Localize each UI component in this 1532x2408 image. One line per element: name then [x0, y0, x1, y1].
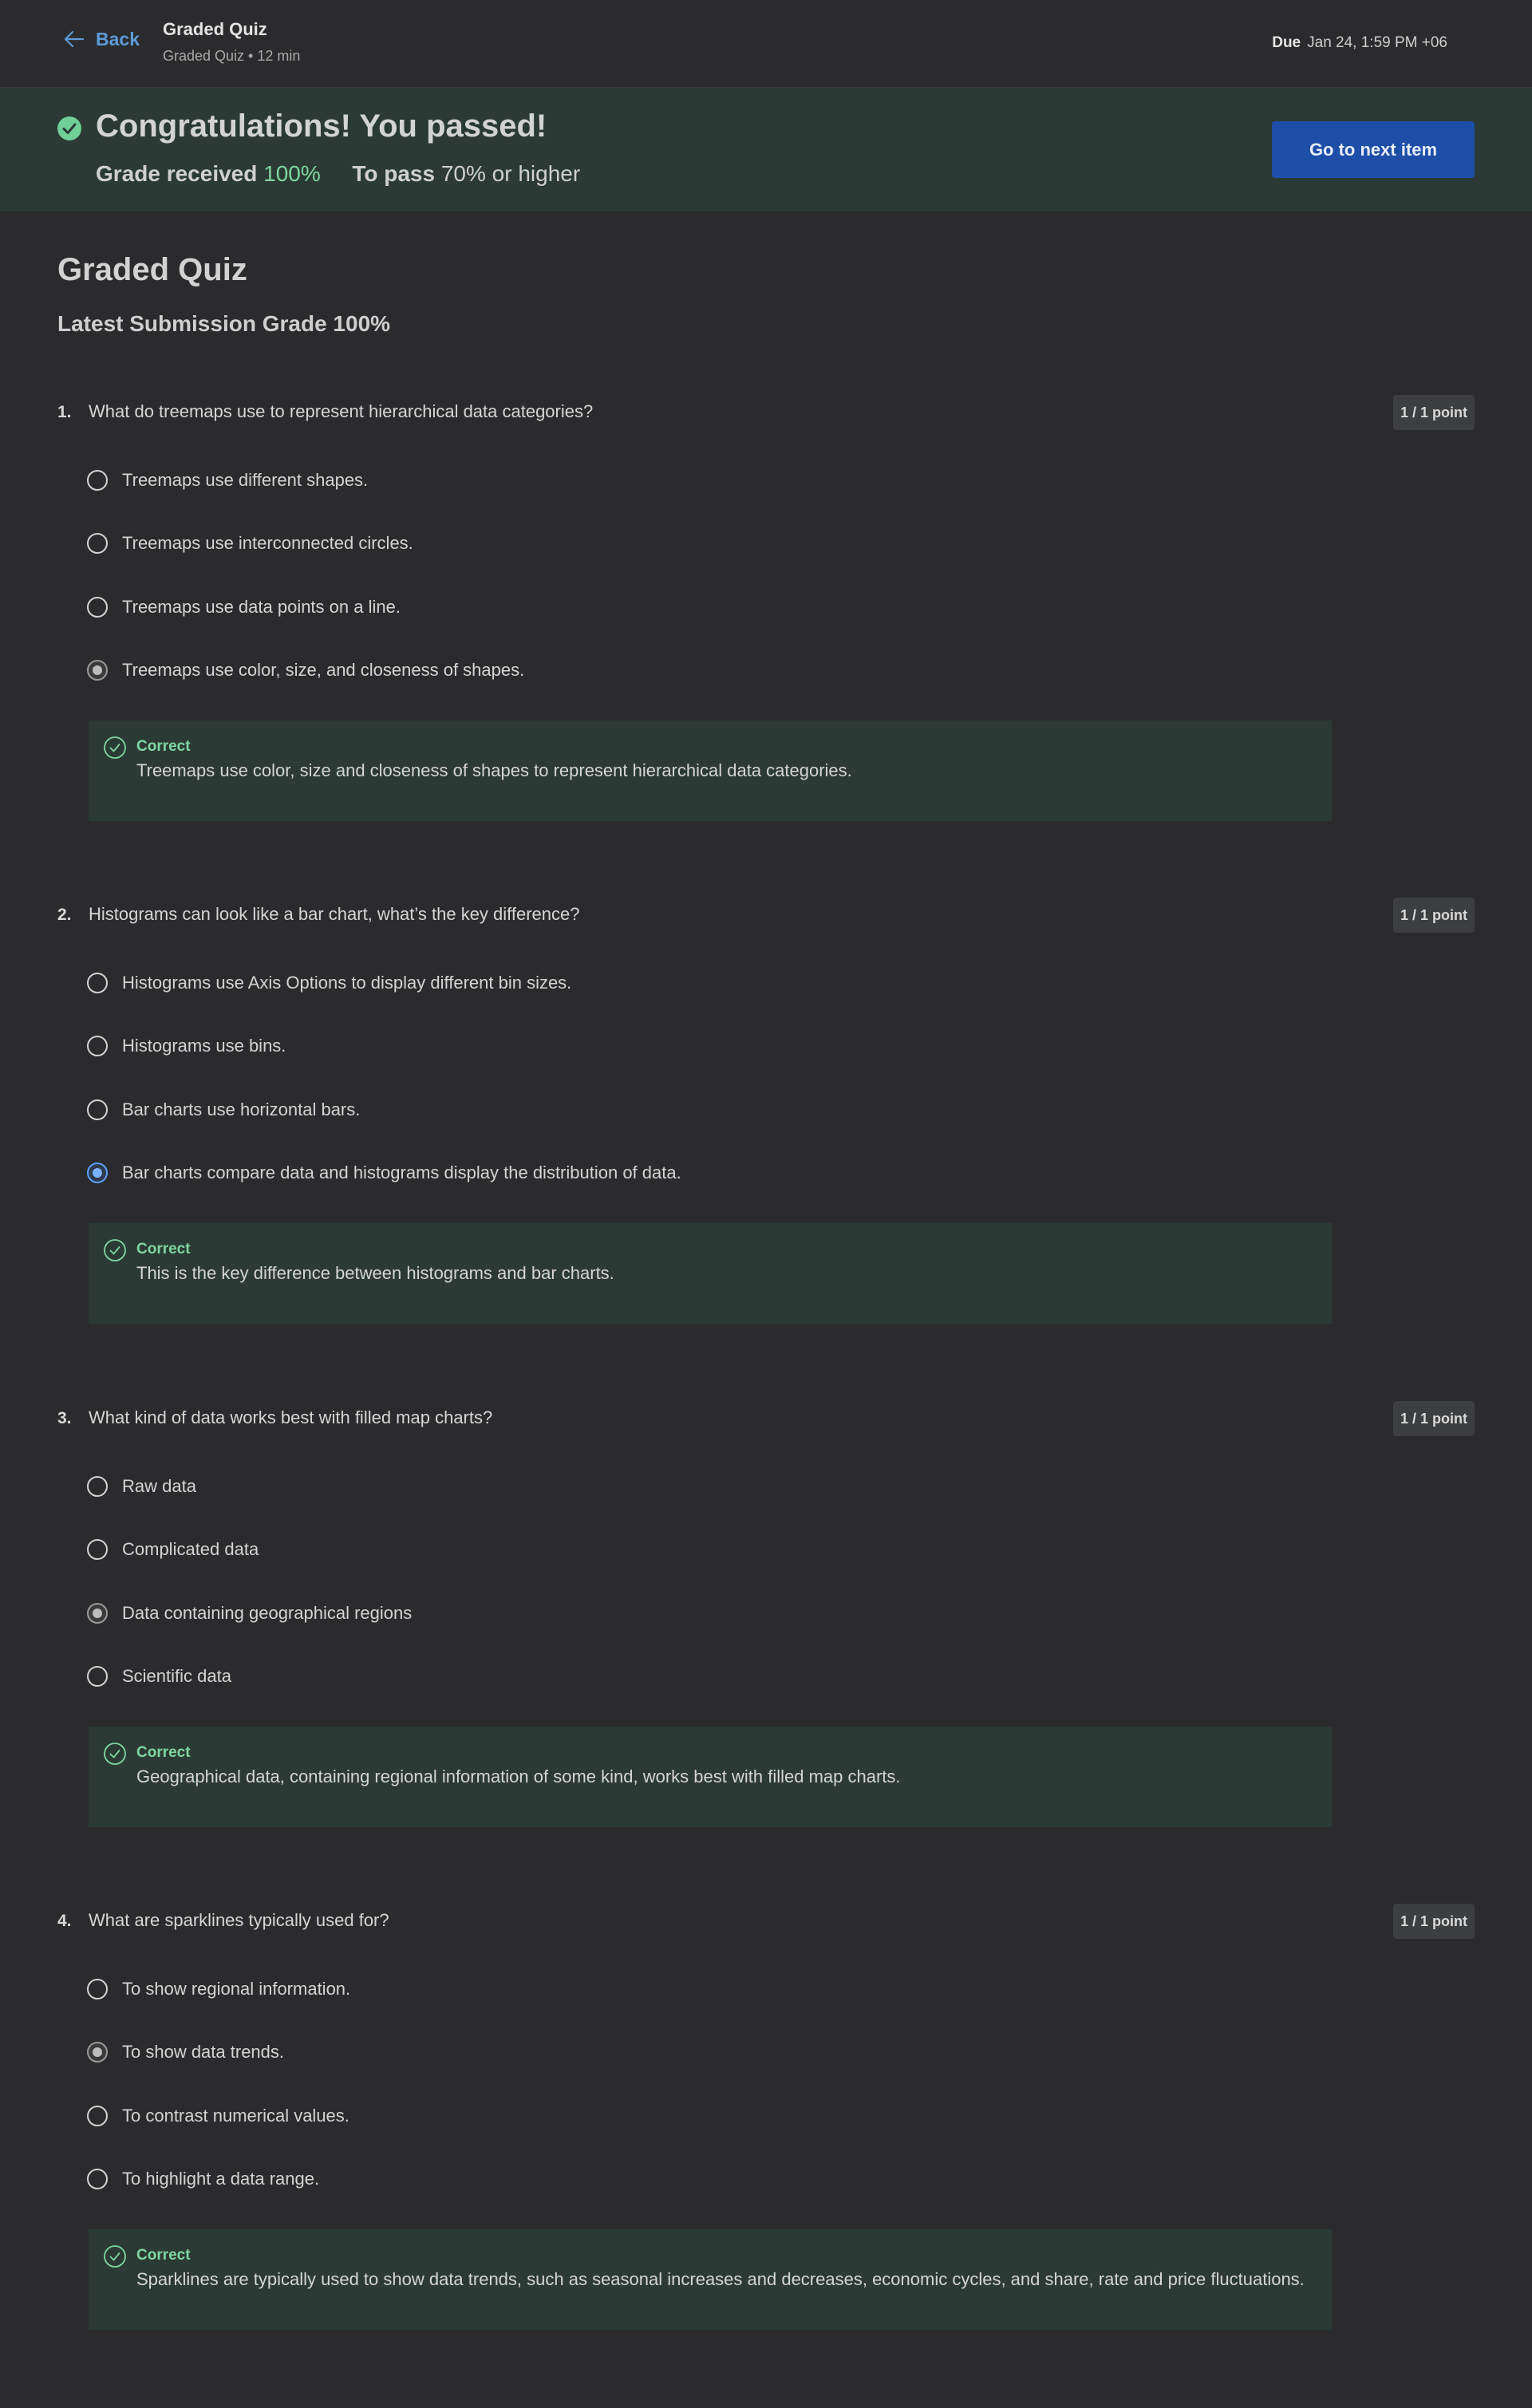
answer-option-label: Treemaps use data points on a line. — [122, 597, 401, 617]
feedback-text: Geographical data, containing regional i… — [136, 1767, 901, 1786]
answer-option[interactable]: Scientific data — [87, 1664, 231, 1689]
item-subtitle: Graded Quiz • 12 min — [163, 48, 301, 64]
question-text: What are sparklines typically used for? — [89, 1910, 389, 1930]
answer-option-label: Raw data — [122, 1476, 196, 1496]
due-date: Due Jan 24, 1:59 PM +06 — [1272, 34, 1447, 52]
question-text: Histograms can look like a bar chart, wh… — [89, 904, 580, 924]
points-badge: 1 / 1 point — [1393, 1904, 1475, 1939]
answer-option[interactable]: Complicated data — [87, 1537, 259, 1562]
feedback-box: Correct Treemaps use color, size and clos… — [89, 720, 1332, 821]
check-circle-outline-icon — [104, 1239, 126, 1261]
question-text: What kind of data works best with filled… — [89, 1407, 493, 1427]
answer-option-label: Treemaps use color, size, and closeness … — [122, 660, 525, 680]
points-badge: 1 / 1 point — [1393, 1401, 1475, 1436]
answer-option-label: Bar charts compare data and histograms d… — [122, 1163, 681, 1182]
answer-option-label: To show regional information. — [122, 1979, 351, 1999]
feedback-box: Correct Geographical data, containing reg… — [89, 1727, 1332, 1827]
latest-submission-grade: Latest Submission Grade 100% — [57, 311, 391, 336]
radio-icon[interactable] — [87, 470, 108, 491]
feedback-text: Sparklines are typically used to show da… — [136, 2269, 1305, 2289]
answer-option-label: Treemaps use interconnected circles. — [122, 533, 413, 553]
due-value: Jan 24, 1:59 PM +06 — [1307, 34, 1447, 51]
answer-option-label: To contrast numerical values. — [122, 2106, 349, 2126]
points-badge: 1 / 1 point — [1393, 395, 1475, 430]
answer-option[interactable]: Data containing geographical regions — [87, 1601, 412, 1626]
feedback-title: Correct — [136, 1744, 191, 1761]
question-number: 4. — [57, 1912, 72, 1930]
answer-option[interactable]: Bar charts use horizontal bars. — [87, 1097, 360, 1123]
back-button[interactable]: Back — [62, 27, 140, 51]
due-label: Due — [1272, 34, 1301, 51]
radio-icon[interactable] — [87, 1539, 108, 1560]
top-bar: Back Graded Quiz Graded Quiz • 12 min Du… — [0, 0, 1532, 88]
radio-icon[interactable] — [87, 2106, 108, 2126]
answer-option[interactable]: Treemaps use color, size, and closeness … — [87, 657, 524, 683]
radio-icon[interactable] — [87, 973, 108, 993]
answer-option[interactable]: Bar charts compare data and histograms d… — [87, 1160, 681, 1186]
answer-option[interactable]: Treemaps use interconnected circles. — [87, 531, 413, 556]
answer-option[interactable]: Histograms use bins. — [87, 1033, 286, 1059]
question-number: 3. — [57, 1409, 72, 1427]
page-title: Graded Quiz — [57, 252, 247, 287]
points-badge: 1 / 1 point — [1393, 898, 1475, 933]
answer-option-label: Bar charts use horizontal bars. — [122, 1099, 361, 1119]
radio-selected-icon[interactable] — [87, 2042, 108, 2063]
feedback-box: Correct This is the key difference betwee… — [89, 1223, 1332, 1324]
feedback-box: Correct Sparklines are typically used to … — [89, 2229, 1332, 2330]
answer-option[interactable]: To highlight a data range. — [87, 2166, 319, 2192]
check-circle-icon — [57, 116, 81, 140]
radio-selected-icon[interactable] — [87, 1603, 108, 1624]
grade-summary: Grade received 100% To pass 70% or highe… — [96, 161, 580, 187]
answer-option[interactable]: To show data trends. — [87, 2039, 284, 2065]
radio-icon[interactable] — [87, 597, 108, 618]
radio-selected-icon[interactable] — [87, 660, 108, 681]
feedback-title: Correct — [136, 738, 191, 755]
check-circle-outline-icon — [104, 736, 126, 759]
question-number: 1. — [57, 403, 72, 421]
pass-value: 70% or higher — [440, 161, 581, 186]
answer-option[interactable]: To show regional information. — [87, 1976, 350, 2002]
radio-icon[interactable] — [87, 1036, 108, 1056]
answer-option[interactable]: Histograms use Axis Options to display d… — [87, 970, 571, 996]
radio-icon[interactable] — [87, 2169, 108, 2189]
answer-option-label: Data containing geographical regions — [122, 1603, 413, 1623]
grade-value: 100% — [263, 161, 321, 186]
answer-option-label: To highlight a data range. — [122, 2169, 320, 2189]
feedback-title: Correct — [136, 1241, 191, 1257]
answer-option[interactable]: Raw data — [87, 1474, 196, 1499]
check-circle-outline-icon — [104, 2245, 126, 2268]
answer-option[interactable]: Treemaps use different shapes. — [87, 468, 368, 493]
radio-selected-icon[interactable] — [87, 1163, 108, 1183]
question-number: 2. — [57, 906, 72, 924]
answer-option-label: Histograms use bins. — [122, 1036, 286, 1056]
item-title: Graded Quiz — [163, 19, 267, 39]
check-circle-outline-icon — [104, 1743, 126, 1765]
back-label: Back — [96, 28, 140, 49]
answer-option[interactable]: Treemaps use data points on a line. — [87, 594, 401, 620]
radio-icon[interactable] — [87, 1666, 108, 1687]
answer-option[interactable]: To contrast numerical values. — [87, 2103, 349, 2129]
answer-option-label: Complicated data — [122, 1539, 259, 1559]
next-item-button[interactable]: Go to next item — [1272, 121, 1475, 178]
radio-icon[interactable] — [87, 1099, 108, 1120]
arrow-left-icon — [64, 30, 85, 48]
answer-option-label: Histograms use Axis Options to display d… — [122, 973, 572, 993]
feedback-text: Treemaps use color, size and closeness o… — [136, 760, 852, 780]
feedback-text: This is the key difference between histo… — [136, 1263, 614, 1283]
answer-option-label: To show data trends. — [122, 2042, 285, 2062]
radio-icon[interactable] — [87, 1476, 108, 1497]
feedback-title: Correct — [136, 2247, 191, 2264]
question-text: What do treemaps use to represent hierar… — [89, 401, 594, 421]
pass-label: To pass — [352, 161, 436, 186]
answer-option-label: Treemaps use different shapes. — [122, 470, 369, 490]
grade-label: Grade received — [96, 161, 258, 186]
congrats-heading: Congratulations! You passed! — [96, 109, 547, 144]
answer-option-label: Scientific data — [122, 1666, 231, 1686]
radio-icon[interactable] — [87, 533, 108, 554]
radio-icon[interactable] — [87, 1979, 108, 1999]
